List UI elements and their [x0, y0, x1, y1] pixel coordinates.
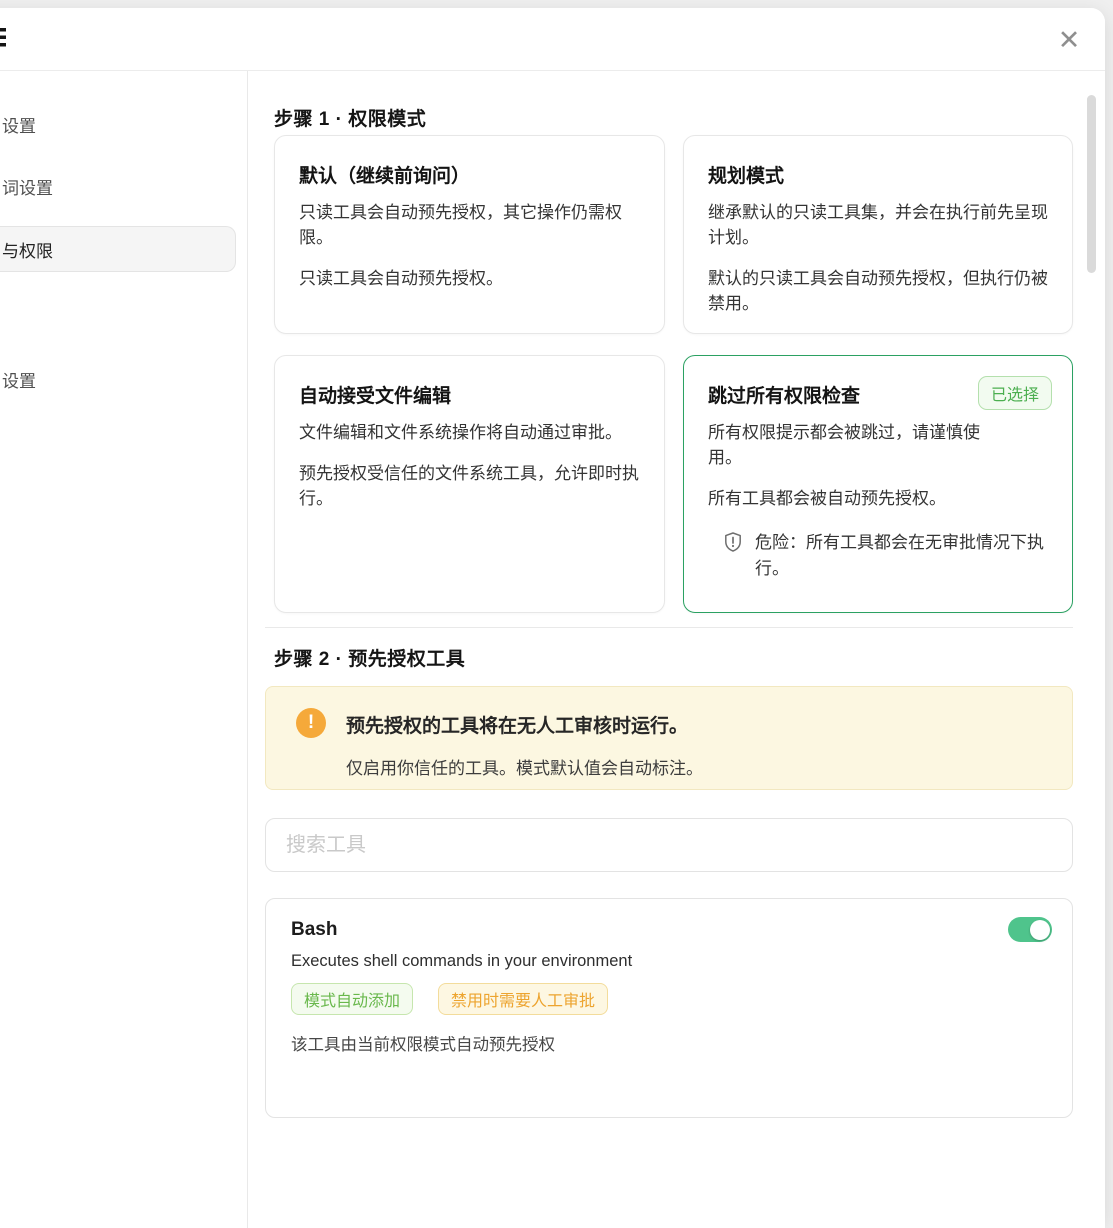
- bash-toggle[interactable]: [1008, 917, 1052, 942]
- mode-card-bypass-permissions[interactable]: 跳过所有权限检查 已选择 所有权限提示都会被跳过，请谨慎使用。 所有工具都会被自…: [683, 355, 1073, 613]
- mode-card-title: 规划模式: [708, 161, 1048, 188]
- mode-card-plan[interactable]: 规划模式 继承默认的只读工具集，并会在执行前先呈现计划。 默认的只读工具会自动预…: [683, 135, 1073, 334]
- mode-card-accept-edits[interactable]: 自动接受文件编辑 文件编辑和文件系统操作将自动通过审批。 预先授权受信任的文件系…: [274, 355, 665, 613]
- mode-card-title: 默认（继续前询问）: [299, 161, 640, 188]
- mode-card-desc: 预先授权受信任的文件系统工具，允许即时执行。: [299, 461, 640, 511]
- mode-card-desc: 只读工具会自动预先授权。: [299, 266, 640, 291]
- shield-warning-icon: [724, 532, 742, 552]
- danger-note: 危险：所有工具都会在无审批情况下执行。: [708, 530, 1048, 580]
- warning-banner-subtitle: 仅启用你信任的工具。模式默认值会自动标注。: [346, 754, 703, 779]
- warning-banner: ! 预先授权的工具将在无人工审核时运行。 仅启用你信任的工具。模式默认值会自动标…: [265, 686, 1073, 790]
- step2-heading: 步骤 2 · 预先授权工具: [274, 644, 465, 671]
- toggle-knob: [1030, 920, 1050, 940]
- mode-card-desc: 所有权限提示都会被跳过，请谨慎使用。: [708, 420, 1008, 470]
- section-divider: [265, 627, 1073, 628]
- scrollbar-thumb[interactable]: [1087, 95, 1096, 273]
- dialog-header: [0, 8, 1105, 71]
- mode-card-desc: 只读工具会自动预先授权，其它操作仍需权限。: [299, 200, 640, 250]
- warning-icon: !: [296, 708, 326, 738]
- mode-card-title: 自动接受文件编辑: [299, 381, 640, 408]
- selected-badge: 已选择: [978, 376, 1052, 410]
- danger-text: 危险：所有工具都会在无审批情况下执行。: [755, 530, 1048, 580]
- clipped-title-fragment: [0, 28, 6, 47]
- mode-card-default[interactable]: 默认（继续前询问） 只读工具会自动预先授权，其它操作仍需权限。 只读工具会自动预…: [274, 135, 665, 334]
- sidebar-item-prompt-settings[interactable]: 词设置: [0, 163, 236, 209]
- manual-approval-badge: 禁用时需要人工审批: [438, 983, 608, 1015]
- mode-card-title: 跳过所有权限检查: [708, 381, 958, 408]
- warning-banner-title: 预先授权的工具将在无人工审核时运行。: [346, 711, 688, 738]
- sidebar-item-settings-1[interactable]: 设置: [0, 101, 236, 147]
- mode-card-desc: 所有工具都会被自动预先授权。: [708, 486, 1048, 511]
- sidebar-item-settings-2[interactable]: 设置: [0, 356, 236, 402]
- mode-card-desc: 文件编辑和文件系统操作将自动通过审批。: [299, 420, 640, 445]
- mode-card-desc: 默认的只读工具会自动预先授权，但执行仍被禁用。: [708, 266, 1048, 316]
- tool-note: 该工具由当前权限模式自动预先授权: [291, 1031, 1047, 1055]
- close-icon[interactable]: ✕: [1051, 22, 1087, 58]
- step1-heading: 步骤 1 · 权限模式: [274, 104, 426, 131]
- main-content: 步骤 1 · 权限模式 默认（继续前询问） 只读工具会自动预先授权，其它操作仍需…: [248, 71, 1105, 1228]
- mode-card-desc: 继承默认的只读工具集，并会在执行前先呈现计划。: [708, 200, 1048, 250]
- tool-description: Executes shell commands in your environm…: [291, 952, 1047, 971]
- mode-auto-added-badge: 模式自动添加: [291, 983, 413, 1015]
- search-tools-input[interactable]: [265, 818, 1073, 872]
- tool-card-bash: Bash Executes shell commands in your env…: [265, 898, 1073, 1118]
- sidebar: 设置 词设置 与权限 设置: [0, 71, 248, 1228]
- tool-name: Bash: [291, 919, 1047, 941]
- sidebar-item-tools-permissions[interactable]: 与权限: [0, 226, 236, 272]
- settings-dialog: ✕ 设置 词设置 与权限 设置 步骤 1 · 权限模式 默认（继续前询问） 只读…: [0, 8, 1105, 1228]
